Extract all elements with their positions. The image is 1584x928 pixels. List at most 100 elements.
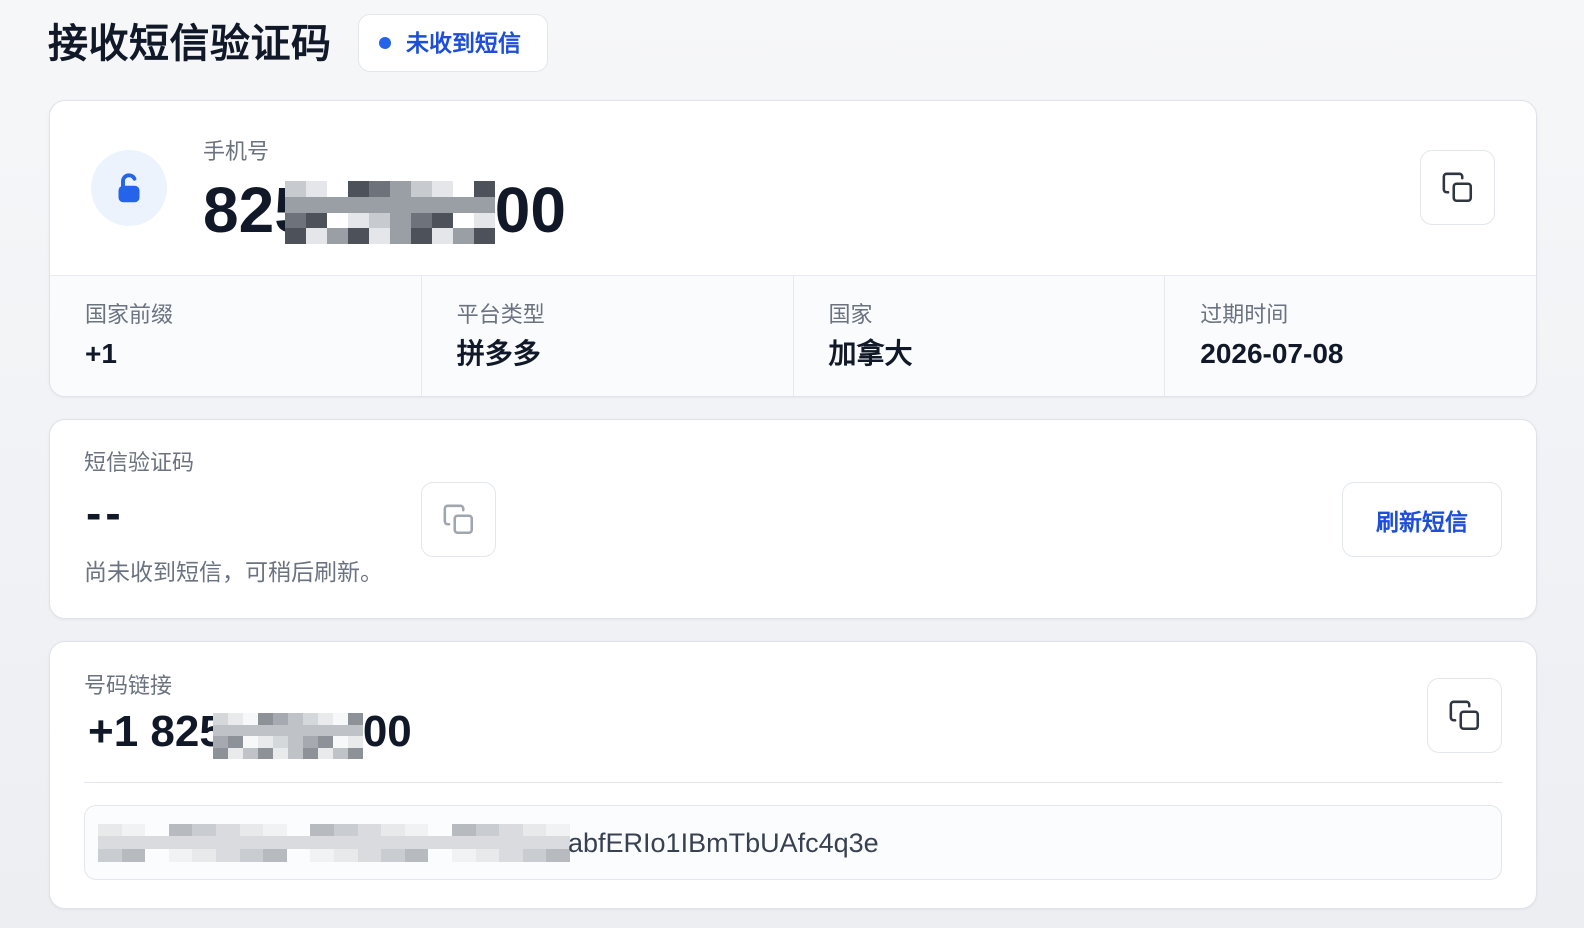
sms-code-label: 短信验证码 — [84, 450, 195, 475]
mosaic-cell — [212, 713, 228, 725]
mosaic-cell — [284, 212, 306, 229]
mosaic-cell — [317, 747, 333, 759]
redacted-mosaic — [284, 181, 495, 244]
mosaic-cell — [227, 736, 243, 748]
mosaic-cell — [239, 823, 264, 837]
mosaic-cell — [357, 848, 382, 862]
mosaic-cell — [389, 196, 411, 213]
redacted-mosaic — [98, 823, 570, 862]
mosaic-cell — [287, 736, 303, 748]
mosaic-cell — [428, 848, 452, 862]
mosaic-cell — [452, 212, 474, 229]
mosaic-cell — [546, 836, 570, 849]
mosaic-cell — [302, 747, 318, 759]
detail-country-prefix: 国家前缀 +1 — [50, 276, 421, 396]
detail-platform-type: 平台类型 拼多多 — [420, 276, 793, 396]
mosaic-cell — [410, 181, 432, 197]
mosaic-cell — [272, 736, 288, 748]
mosaic-cell — [428, 823, 452, 837]
sms-hint: 尚未收到短信，可稍后刷新。 — [84, 559, 383, 585]
mosaic-cell — [347, 713, 363, 725]
link-url-text: abfERIo1IBmTbUAfc4q3e — [568, 827, 879, 858]
copy-code-button[interactable] — [421, 482, 496, 557]
mosaic-cell — [242, 736, 258, 748]
mosaic-cell — [326, 181, 348, 197]
mosaic-cell — [332, 724, 348, 736]
mosaic-cell — [272, 747, 288, 759]
mosaic-cell — [332, 713, 348, 725]
mosaic-cell — [334, 836, 358, 849]
mosaic-cell — [263, 848, 287, 862]
mosaic-cell — [357, 823, 382, 837]
mosaic-cell — [168, 823, 193, 837]
detail-label: 平台类型 — [456, 302, 545, 327]
phone-details: 国家前缀 +1 平台类型 拼多多 国家 加拿大 过期时间 2026-07-08 — [50, 275, 1536, 396]
link-number-start: +1 825 — [88, 707, 224, 756]
mosaic-cell — [121, 823, 146, 837]
mosaic-cell — [452, 848, 476, 862]
mosaic-cell — [272, 713, 288, 725]
mosaic-cell — [98, 836, 122, 849]
mosaic-cell — [499, 823, 523, 837]
mosaic-cell — [334, 848, 358, 862]
copy-icon — [1442, 172, 1472, 202]
mosaic-cell — [302, 724, 318, 736]
mosaic-cell — [310, 836, 334, 849]
mosaic-cell — [334, 823, 358, 837]
copy-phone-button[interactable] — [1420, 150, 1495, 225]
mosaic-cell — [242, 724, 258, 736]
mosaic-cell — [431, 228, 453, 244]
mosaic-cell — [257, 736, 273, 748]
status-badge-label: 未收到短信 — [406, 30, 521, 56]
mosaic-cell — [310, 823, 334, 837]
detail-country: 国家 加拿大 — [792, 276, 1165, 396]
mosaic-cell — [389, 228, 411, 244]
link-url-field[interactable]: abfERIo1IBmTbUAfc4q3e — [84, 805, 1502, 880]
mosaic-cell — [263, 836, 287, 849]
mosaic-cell — [546, 823, 570, 837]
mosaic-cell — [305, 228, 327, 244]
phone-number: 825 00 — [203, 172, 566, 248]
mosaic-cell — [286, 836, 311, 849]
mosaic-cell — [546, 848, 570, 862]
mosaic-cell — [389, 181, 411, 197]
mosaic-cell — [347, 196, 369, 213]
mosaic-cell — [284, 228, 306, 244]
mosaic-cell — [475, 848, 500, 862]
mosaic-cell — [347, 181, 369, 197]
mosaic-cell — [347, 724, 363, 736]
mosaic-cell — [287, 713, 303, 725]
copy-link-button[interactable] — [1427, 678, 1502, 753]
phone-card: 手机号 825 00 国家前缀 +1 平台类型 拼多多 国家 加拿大 过期时间 … — [49, 100, 1537, 397]
mosaic-cell — [347, 736, 363, 748]
mosaic-cell — [431, 196, 453, 213]
refresh-sms-button[interactable]: 刷新短信 — [1342, 482, 1502, 557]
mosaic-cell — [242, 747, 258, 759]
mosaic-cell — [216, 848, 240, 862]
detail-label: 国家前缀 — [85, 302, 174, 327]
mosaic-cell — [263, 823, 287, 837]
mosaic-cell — [522, 848, 547, 862]
mosaic-cell — [212, 747, 228, 759]
phone-number-end: 00 — [494, 174, 566, 246]
sms-code-value: -- — [86, 487, 125, 539]
divider — [84, 782, 1502, 783]
detail-label: 国家 — [828, 302, 873, 327]
copy-icon — [1449, 700, 1479, 730]
mosaic-cell — [168, 836, 193, 849]
mosaic-cell — [452, 836, 476, 849]
phone-label: 手机号 — [203, 139, 270, 164]
mosaic-cell — [317, 724, 333, 736]
number-link-label: 号码链接 — [84, 673, 173, 698]
mosaic-cell — [257, 713, 273, 725]
mosaic-cell — [522, 823, 547, 837]
mosaic-cell — [121, 836, 146, 849]
status-badge: 未收到短信 — [358, 14, 548, 72]
mosaic-cell — [98, 823, 122, 837]
mosaic-cell — [404, 823, 429, 837]
detail-value: 2026-07-08 — [1200, 338, 1344, 369]
mosaic-cell — [389, 212, 411, 229]
mosaic-cell — [216, 836, 240, 849]
mosaic-cell — [257, 747, 273, 759]
mosaic-cell — [145, 836, 169, 849]
